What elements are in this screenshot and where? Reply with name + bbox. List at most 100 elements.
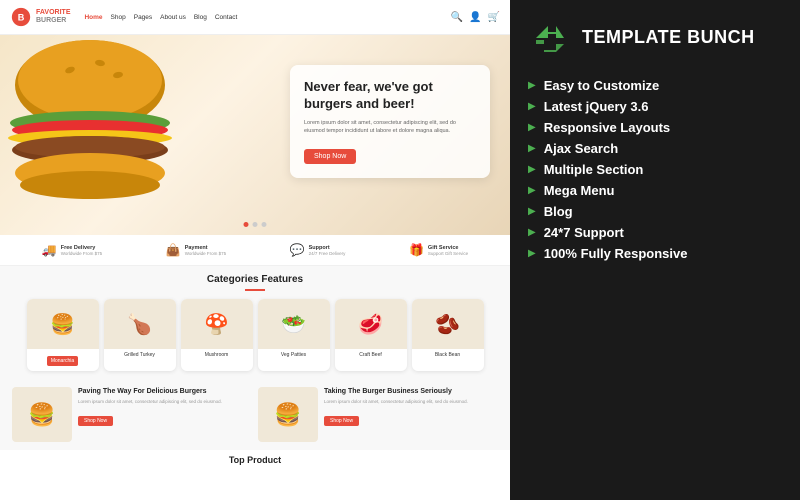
feature-7-label: 24*7 Support: [544, 225, 624, 240]
features-list: ▶ Easy to Customize ▶ Latest jQuery 3.6 …: [528, 78, 782, 261]
feature-row-4: ▶ Multiple Section: [528, 162, 782, 177]
feature-3-label: Ajax Search: [544, 141, 618, 156]
feature-payment-text: Payment Worldwide From $75: [185, 245, 226, 256]
category-beef-name: Craft Beef: [335, 349, 407, 358]
promo-1-title: Paving The Way For Delicious Burgers: [78, 387, 222, 396]
feature-row-2: ▶ Responsive Layouts: [528, 120, 782, 135]
nav-shop[interactable]: Shop: [111, 14, 126, 21]
category-veg[interactable]: 🥗 Veg Patties: [258, 299, 330, 371]
burger-svg: [0, 35, 180, 215]
dot-1: [244, 222, 249, 227]
promo-1-button[interactable]: Shop Now: [78, 416, 113, 426]
logo-text: FAVORITE BURGER: [36, 9, 70, 24]
nav-links: Home Shop Pages About us Blog Contact: [84, 14, 442, 21]
support-icon: 💬: [290, 243, 305, 257]
feature-delivery-text: Free Delivery Worldwide From $75: [61, 245, 102, 256]
categories-grid: 🍔 Monarchia 🍗 Grilled Turkey 🍄 Mushroom …: [12, 299, 498, 371]
promo-1-image: 🍔: [12, 387, 72, 442]
arrow-icon-7: ▶: [528, 227, 536, 238]
arrow-icon-2: ▶: [528, 122, 536, 133]
categories-section: Categories Features 🍔 Monarchia 🍗 Grille…: [0, 266, 510, 379]
feature-payment: 👜 Payment Worldwide From $75: [166, 243, 226, 257]
promo-card-2: 🍔 Taking The Burger Business Seriously L…: [258, 387, 498, 442]
category-monarchia[interactable]: 🍔 Monarchia: [27, 299, 99, 371]
top-product-bar: Top Product: [0, 450, 510, 470]
feature-0-label: Easy to Customize: [544, 78, 660, 93]
feature-8-label: 100% Fully Responsive: [544, 246, 688, 261]
feature-row-5: ▶ Mega Menu: [528, 183, 782, 198]
promo-2-button[interactable]: Shop Now: [324, 416, 359, 426]
promo-2-content: Taking The Burger Business Seriously Lor…: [324, 387, 468, 427]
logo-icon: B: [10, 6, 32, 28]
feature-1-label: Latest jQuery 3.6: [544, 99, 649, 114]
delivery-icon: 🚚: [42, 243, 57, 257]
category-monarchia-name: Monarchia: [47, 356, 78, 366]
feature-delivery: 🚚 Free Delivery Worldwide From $75: [42, 243, 102, 257]
category-mushroom-name: Mushroom: [181, 349, 253, 358]
arrow-icon-3: ▶: [528, 143, 536, 154]
category-turkey-name: Grilled Turkey: [104, 349, 176, 358]
feature-row-7: ▶ 24*7 Support: [528, 225, 782, 240]
arrow-icon-4: ▶: [528, 164, 536, 175]
features-bar: 🚚 Free Delivery Worldwide From $75 👜 Pay…: [0, 235, 510, 266]
feature-support: 💬 Support 24/7 Free Delivery: [290, 243, 346, 257]
nav-blog[interactable]: Blog: [194, 14, 207, 21]
categories-title: Categories Features: [12, 274, 498, 285]
brand-name: TEMPLATE BUNCH: [582, 28, 755, 48]
category-mushroom-img: 🍄: [181, 299, 253, 349]
category-beef-img: 🥩: [335, 299, 407, 349]
categories-underline: [245, 289, 265, 291]
hero-dots: [244, 222, 267, 227]
category-turkey[interactable]: 🍗 Grilled Turkey: [104, 299, 176, 371]
category-bean-img: 🫘: [412, 299, 484, 349]
category-craft-beef[interactable]: 🥩 Craft Beef: [335, 299, 407, 371]
nav-about[interactable]: About us: [160, 14, 186, 21]
logo: B FAVORITE BURGER: [10, 6, 70, 28]
brand-header: TEMPLATE BUNCH: [528, 16, 782, 60]
right-panel: TEMPLATE BUNCH ▶ Easy to Customize ▶ Lat…: [510, 0, 800, 500]
feature-gift-text: Gift Service Support Gift Service: [428, 245, 468, 256]
arrow-icon-1: ▶: [528, 101, 536, 112]
category-veg-img: 🥗: [258, 299, 330, 349]
nav-contact[interactable]: Contact: [215, 14, 237, 21]
dot-2: [253, 222, 258, 227]
nav-icons: 🔍 👤 🛒: [451, 12, 500, 23]
top-product-title: Top Product: [12, 455, 498, 465]
nav-home[interactable]: Home: [84, 14, 102, 21]
promo-1-content: Paving The Way For Delicious Burgers Lor…: [78, 387, 222, 427]
feature-row-3: ▶ Ajax Search: [528, 141, 782, 156]
promo-1-desc: Lorem ipsum dolor sit amet, consectetur …: [78, 399, 222, 405]
user-icon[interactable]: 👤: [469, 12, 481, 23]
feature-gift: 🎁 Gift Service Support Gift Service: [409, 243, 468, 257]
arrow-icon-5: ▶: [528, 185, 536, 196]
search-icon[interactable]: 🔍: [451, 12, 463, 23]
svg-text:B: B: [18, 13, 25, 23]
hero-description: Lorem ipsum dolor sit amet, consectetur …: [304, 119, 476, 136]
cart-icon[interactable]: 🛒: [488, 12, 500, 23]
promo-2-title: Taking The Burger Business Seriously: [324, 387, 468, 396]
promo-2-image: 🍔: [258, 387, 318, 442]
arrow-icon-0: ▶: [528, 80, 536, 91]
website-preview: B FAVORITE BURGER Home Shop Pages About …: [0, 0, 510, 500]
category-bean-name: Black Bean: [412, 349, 484, 358]
gift-icon: 🎁: [409, 243, 424, 257]
shop-now-button[interactable]: Shop Now: [304, 149, 356, 164]
category-turkey-img: 🍗: [104, 299, 176, 349]
feature-row-0: ▶ Easy to Customize: [528, 78, 782, 93]
category-veg-name: Veg Patties: [258, 349, 330, 358]
category-black-bean[interactable]: 🫘 Black Bean: [412, 299, 484, 371]
burger-image: [0, 35, 185, 220]
dot-3: [262, 222, 267, 227]
nav-pages[interactable]: Pages: [134, 14, 152, 21]
promo-2-desc: Lorem ipsum dolor sit amet, consectetur …: [324, 399, 468, 405]
feature-row-6: ▶ Blog: [528, 204, 782, 219]
category-monarchia-img: 🍔: [27, 299, 99, 349]
category-mushroom[interactable]: 🍄 Mushroom: [181, 299, 253, 371]
feature-6-label: Blog: [544, 204, 573, 219]
feature-2-label: Responsive Layouts: [544, 120, 670, 135]
feature-row-8: ▶ 100% Fully Responsive: [528, 246, 782, 261]
hero-content-card: Never fear, we've got burgers and beer! …: [290, 65, 490, 178]
navbar: B FAVORITE BURGER Home Shop Pages About …: [0, 0, 510, 35]
feature-row-1: ▶ Latest jQuery 3.6: [528, 99, 782, 114]
hero-title: Never fear, we've got burgers and beer!: [304, 79, 476, 113]
